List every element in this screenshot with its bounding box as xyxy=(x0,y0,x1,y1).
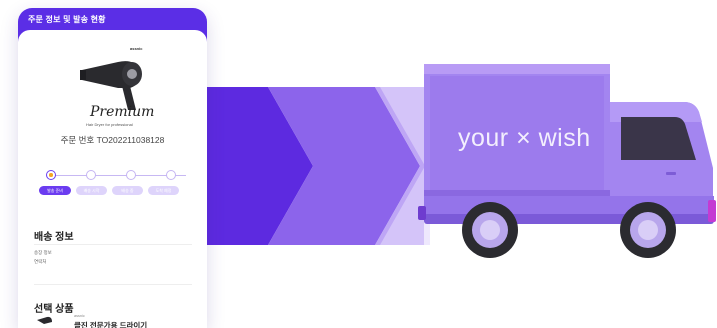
step-labels: 발송 준비 배송 시작 배송 중 도착 예정 xyxy=(39,186,199,196)
step-dot-3 xyxy=(126,170,136,180)
step-pill-3[interactable]: 배송 중 xyxy=(112,186,143,195)
product-brand-mark: assnic xyxy=(130,46,143,51)
contact-label: 연락처 xyxy=(34,259,47,264)
order-details-panel: assnic Premium Hair Dryer for profession… xyxy=(18,30,207,328)
product-wordmark: Premium xyxy=(90,104,155,120)
tracking-label: 송장 정보 xyxy=(34,250,52,255)
step-dot-4 xyxy=(166,170,176,180)
step-dot-2 xyxy=(86,170,96,180)
progress-stepper xyxy=(42,170,192,182)
divider xyxy=(34,284,192,285)
step-dot-1 xyxy=(46,170,56,180)
screen-title: 주문 정보 및 발송 현황 xyxy=(28,15,106,24)
product-brand: assnic xyxy=(74,314,85,318)
truck-brand-label: your × wish xyxy=(458,124,591,152)
product-thumbnail xyxy=(37,316,52,324)
selected-products-title: 선택 상품 xyxy=(34,304,74,315)
step-pill-2[interactable]: 배송 시작 xyxy=(76,186,107,195)
hair-dryer-image xyxy=(80,61,142,110)
shipping-info-title: 배송 정보 xyxy=(34,232,74,243)
order-number: 주문 번호 TO202211038128 xyxy=(60,135,165,145)
product-name[interactable]: 클진 전문가용 드라이기 xyxy=(74,320,147,328)
order-status-screen: 주문 정보 및 발송 현황 assnic Premium Hair Dryer … xyxy=(18,8,207,328)
step-pill-4[interactable]: 도착 예정 xyxy=(148,186,179,195)
divider xyxy=(34,244,192,245)
step-pill-1[interactable]: 발송 준비 xyxy=(39,186,71,195)
product-subtitle: Hair Dryer for professional xyxy=(86,122,133,127)
